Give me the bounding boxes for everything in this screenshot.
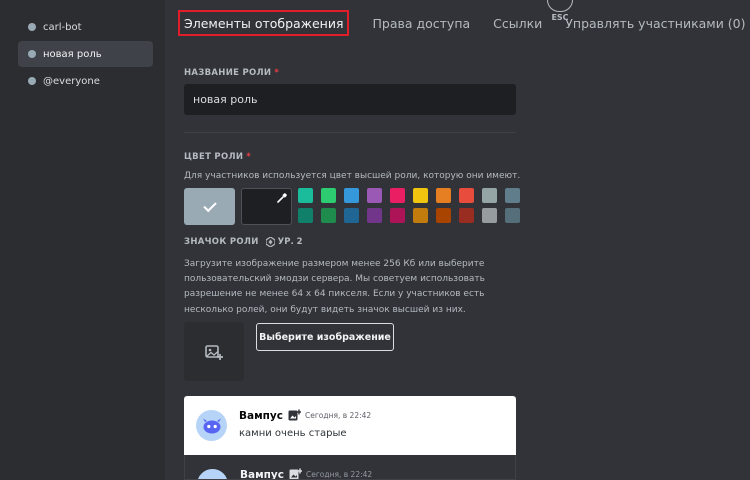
choose-image-button[interactable]: Выберите изображение xyxy=(256,323,394,351)
role-icon-hint-line: несколько ролей, они будут видеть значок… xyxy=(184,304,466,315)
image-add-icon xyxy=(205,344,223,360)
check-icon xyxy=(202,198,217,212)
role-icon-header: ЗНАЧОК РОЛИ УР. 2 xyxy=(184,237,303,247)
role-color-label-text: ЦВЕТ РОЛИ xyxy=(184,152,244,162)
message-preview-dark: Вампус Сегодня, в 22:42 xyxy=(184,455,516,480)
tab-permissions[interactable]: Права доступа xyxy=(372,10,470,36)
role-settings-panel: Элементы отображения Права доступа Ссылк… xyxy=(165,0,750,480)
role-item-new-role[interactable]: новая роль xyxy=(18,41,153,67)
boost-gem-icon xyxy=(265,237,275,247)
color-swatch[interactable] xyxy=(344,188,359,203)
color-swatch[interactable] xyxy=(436,188,451,203)
role-color-dot xyxy=(28,23,36,31)
role-name-input[interactable] xyxy=(184,84,516,115)
message-header: Вампус Сегодня, в 22:42 xyxy=(239,409,371,422)
boost-level-text: УР. 2 xyxy=(277,237,303,247)
role-icon-hint-line: разрешение не менее 64 x 64 пикселя. Есл… xyxy=(184,289,485,300)
boost-level-badge: УР. 2 xyxy=(265,237,303,247)
tab-display[interactable]: Элементы отображения xyxy=(178,10,350,36)
role-icon-hint: Загрузите изображение размером менее 256… xyxy=(184,257,485,318)
message-username: Вампус xyxy=(240,468,284,480)
wumpus-icon xyxy=(203,477,223,480)
color-swatch[interactable] xyxy=(482,188,497,203)
role-color-dot xyxy=(28,77,36,85)
role-icon-hint-line: пользовательский эмодзи сервера. Мы сове… xyxy=(184,274,485,285)
default-color-swatch[interactable] xyxy=(184,188,235,225)
color-swatch[interactable] xyxy=(505,188,520,203)
tab-links[interactable]: Ссылки xyxy=(493,10,542,36)
color-swatch[interactable] xyxy=(436,208,451,223)
color-swatch[interactable] xyxy=(321,188,336,203)
color-swatch[interactable] xyxy=(367,188,382,203)
esc-label: ESC xyxy=(551,13,569,22)
color-swatch[interactable] xyxy=(298,188,313,203)
message-preview-light: Вампус Сегодня, в 22:42 камни очень стар… xyxy=(184,396,516,455)
role-name-label-text: НАЗВАНИЕ РОЛИ xyxy=(184,68,272,78)
color-swatch[interactable] xyxy=(390,188,405,203)
required-mark: * xyxy=(274,68,280,78)
role-tabs: Элементы отображения Права доступа Ссылк… xyxy=(178,10,750,36)
message-username: Вампус xyxy=(239,409,283,422)
section-divider xyxy=(184,132,516,133)
role-item-carl-bot[interactable]: carl-bot xyxy=(18,14,153,40)
required-mark: * xyxy=(246,152,252,162)
color-swatch[interactable] xyxy=(367,208,382,223)
color-swatch[interactable] xyxy=(321,208,336,223)
color-swatch[interactable] xyxy=(344,208,359,223)
role-icon-placeholder-icon xyxy=(288,409,301,421)
custom-color-swatch[interactable] xyxy=(241,188,292,225)
message-header: Вампус Сегодня, в 22:42 xyxy=(240,468,373,480)
role-name-label: НАЗВАНИЕ РОЛИ * xyxy=(184,68,279,78)
role-color-dot xyxy=(28,50,36,58)
roles-sidebar: carl-bot новая роль @everyone xyxy=(0,0,165,480)
message-timestamp: Сегодня, в 22:42 xyxy=(306,470,373,479)
color-swatch[interactable] xyxy=(390,208,405,223)
tab-manage-members[interactable]: Управлять участниками (0) xyxy=(565,10,745,36)
role-icon-placeholder-icon xyxy=(289,468,302,479)
color-swatch[interactable] xyxy=(505,208,520,223)
role-item-label: новая роль xyxy=(43,48,102,60)
color-swatch-grid xyxy=(298,188,520,223)
color-swatch[interactable] xyxy=(413,208,428,223)
role-color-label: ЦВЕТ РОЛИ * xyxy=(184,152,251,162)
color-swatch[interactable] xyxy=(459,188,474,203)
close-circle-icon xyxy=(547,0,573,12)
wumpus-icon xyxy=(202,418,221,433)
color-swatch[interactable] xyxy=(298,208,313,223)
color-swatch[interactable] xyxy=(413,188,428,203)
role-item-label: @everyone xyxy=(43,75,100,87)
role-color-hint: Для участников используется цвет высшей … xyxy=(184,171,521,181)
color-swatch[interactable] xyxy=(459,208,474,223)
avatar xyxy=(196,410,227,441)
message-text: камни очень старые xyxy=(239,428,347,439)
color-picker-icon xyxy=(277,193,287,203)
role-item-everyone[interactable]: @everyone xyxy=(18,68,153,94)
role-icon-label: ЗНАЧОК РОЛИ xyxy=(184,237,259,247)
esc-close-button[interactable]: ESC xyxy=(541,0,579,22)
color-swatch[interactable] xyxy=(482,208,497,223)
avatar xyxy=(197,469,228,480)
message-timestamp: Сегодня, в 22:42 xyxy=(305,411,372,420)
role-icon-hint-line: Загрузите изображение размером менее 256… xyxy=(184,259,485,269)
role-item-label: carl-bot xyxy=(43,21,82,33)
role-icon-upload[interactable] xyxy=(184,322,244,381)
